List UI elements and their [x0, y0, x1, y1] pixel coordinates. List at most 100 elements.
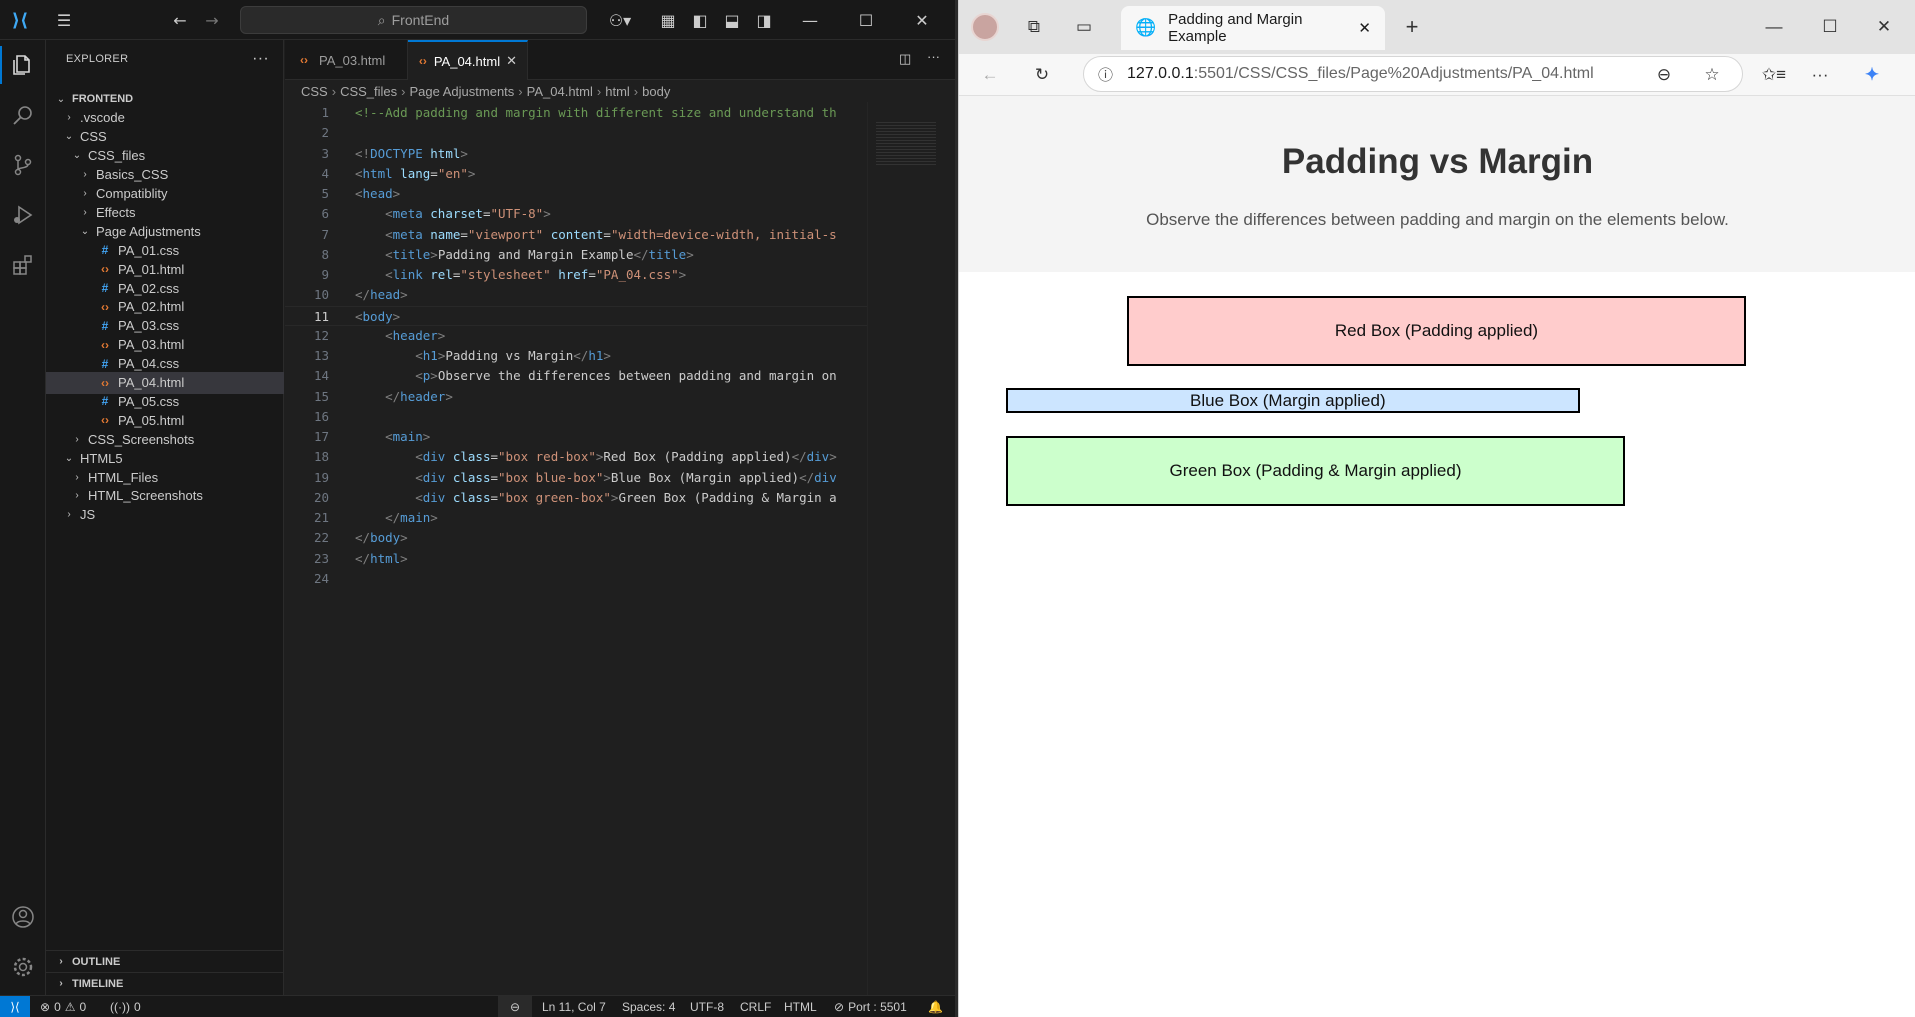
code-token: =	[490, 489, 499, 505]
encoding[interactable]: UTF-8	[690, 996, 724, 1017]
code-token: >	[430, 368, 438, 384]
tree-item-label: Basics_CSS	[96, 167, 169, 183]
search-icon[interactable]	[8, 100, 38, 130]
code-token: div	[422, 449, 446, 465]
source-control-icon[interactable]	[8, 150, 38, 180]
close-tab-icon[interactable]: ✕	[1358, 19, 1371, 37]
browser-titlebar: ⧉ ▭ 🌐 Padding and Margin Example ✕ + — ☐…	[959, 0, 1915, 54]
vertical-tabs-icon[interactable]: ▭	[1069, 12, 1099, 42]
code-line: 18 <div class="box red-box">Red Box (Pad…	[285, 447, 867, 467]
code-token: >	[603, 348, 611, 363]
favorite-star-icon[interactable]: ☆	[1697, 60, 1727, 90]
code-token: >	[603, 469, 611, 485]
warning-icon: ⚠	[64, 1000, 76, 1014]
code-token: Padding and Margin Example	[437, 246, 634, 262]
tree-item-label: HTML5	[80, 450, 123, 466]
minimize-button[interactable]: —	[1759, 12, 1789, 42]
code-editor[interactable]: 1 <!--Add padding and margin with differe…	[285, 102, 867, 1005]
browser-toolbar: ← ↻ ⓘ 127.0.0.1:5501/CSS/CSS_files/Page%…	[959, 54, 1915, 96]
address-bar[interactable]: ⓘ 127.0.0.1:5501/CSS/CSS_files/Page%20Ad…	[1083, 56, 1743, 92]
copilot-icon[interactable]: ✦	[1857, 60, 1887, 90]
code-token: html	[430, 145, 461, 161]
close-button[interactable]: ✕	[1869, 12, 1899, 42]
tree-item-label: Compatiblity	[96, 186, 168, 201]
remote-indicator[interactable]: ⟩⟨	[0, 996, 30, 1017]
explorer-icon[interactable]	[8, 50, 38, 80]
more-menu-icon[interactable]: ···	[1805, 60, 1835, 90]
tree-item[interactable]: › JS	[46, 504, 284, 526]
editor-group: ‹› PA_03.html ‹› PA_04.html ✕ ◫ ··· CSS ›…	[285, 40, 955, 1005]
breadcrumb-item[interactable]: Page Adjustments	[410, 84, 515, 99]
customize-layout-icon[interactable]: ▦	[656, 8, 680, 32]
live-server-status[interactable]: ⊘ Port : 5501	[834, 996, 907, 1017]
outline-panel-header[interactable]: › OUTLINE	[46, 950, 284, 972]
language-mode[interactable]: HTML	[784, 996, 817, 1017]
line-number: 11	[313, 308, 329, 324]
toggle-secondary-sidebar-icon[interactable]: ◨	[752, 8, 776, 32]
code-text: <main>	[355, 427, 430, 447]
problems-indicator[interactable]: ⊗ 0 ⚠ 0	[40, 996, 86, 1017]
timeline-panel-header[interactable]: › TIMELINE	[46, 972, 284, 994]
back-arrow-icon[interactable]: ←	[168, 8, 192, 32]
notifications-bell-icon[interactable]: 🔔	[928, 996, 943, 1017]
more-actions-icon[interactable]: ···	[927, 49, 940, 64]
code-line: 9 <link rel="stylesheet" href="PA_04.css…	[285, 265, 867, 285]
profile-avatar[interactable]	[971, 13, 999, 41]
code-token: "UTF-8"	[490, 206, 544, 222]
cursor-position[interactable]: Ln 11, Col 7	[542, 996, 606, 1017]
tab-pa03-html[interactable]: ‹› PA_03.html	[285, 40, 408, 80]
workspaces-icon[interactable]: ⧉	[1019, 12, 1049, 42]
code-line: 7 <meta name="viewport" content="width=d…	[285, 225, 867, 245]
more-actions-icon[interactable]: ···	[252, 50, 269, 68]
toggle-sidebar-icon[interactable]: ◧	[688, 8, 712, 32]
command-center-search[interactable]: ⌕ FrontEnd	[240, 6, 587, 34]
favorites-icon[interactable]: ✩≡	[1759, 60, 1789, 90]
code-line: 4 <html lang="en">	[285, 164, 867, 184]
breadcrumb-item[interactable]: CSS_files	[340, 84, 397, 99]
code-token: <!	[355, 145, 371, 161]
browser-tab-active[interactable]: 🌐 Padding and Margin Example ✕	[1121, 6, 1385, 50]
browser-tab-title: Padding and Margin Example	[1168, 11, 1303, 45]
code-token: </	[355, 530, 371, 546]
back-arrow-icon[interactable]: ←	[975, 60, 1005, 90]
breadcrumb-item[interactable]: body	[642, 84, 670, 99]
close-tab-icon[interactable]: ✕	[506, 53, 517, 69]
settings-gear-icon[interactable]	[8, 952, 38, 982]
zoom-indicator[interactable]: ⊖	[498, 996, 532, 1017]
code-token: >	[678, 267, 687, 282]
breadcrumb-item[interactable]: PA_04.html	[527, 84, 593, 99]
toggle-panel-icon[interactable]: ⬓	[720, 8, 744, 32]
close-button[interactable]: ✕	[902, 6, 942, 34]
maximize-button[interactable]: ☐	[846, 6, 886, 34]
split-editor-icon[interactable]: ◫	[899, 51, 911, 67]
tree-item-label: PA_05.html	[118, 412, 185, 428]
forward-arrow-icon[interactable]: →	[200, 8, 224, 32]
extensions-icon[interactable]	[8, 250, 38, 280]
menu-icon[interactable]: ☰	[52, 8, 76, 32]
code-token: div	[422, 489, 446, 505]
new-tab-icon[interactable]: +	[1397, 12, 1427, 42]
breadcrumb-item[interactable]: CSS	[301, 84, 328, 99]
code-token: lang	[400, 165, 431, 181]
code-token: </	[799, 469, 815, 485]
tree-item-label: PA_01.css	[118, 242, 180, 258]
code-line: 1 <!--Add padding and margin with differe…	[285, 103, 867, 123]
refresh-icon[interactable]: ↻	[1027, 60, 1057, 90]
accounts-icon[interactable]	[8, 902, 38, 932]
maximize-button[interactable]: ☐	[1815, 12, 1845, 42]
tab-pa04-html[interactable]: ‹› PA_04.html ✕	[408, 40, 528, 80]
breadcrumb-item[interactable]: html	[605, 84, 630, 99]
minimize-button[interactable]: —	[790, 6, 830, 34]
run-debug-icon[interactable]	[8, 200, 38, 230]
ports-indicator[interactable]: ((·)) 0	[110, 996, 141, 1017]
code-token: >	[543, 206, 551, 222]
code-line: 8 <title>Padding and Margin Example</tit…	[285, 245, 867, 265]
code-line: 17 <main>	[285, 427, 867, 447]
chevron-right-icon: ›	[596, 83, 602, 99]
copilot-icon[interactable]: ⚇▾	[602, 8, 638, 32]
indentation[interactable]: Spaces: 4	[622, 996, 675, 1017]
zoom-out-icon[interactable]: ⊖	[1649, 60, 1679, 90]
end-of-line[interactable]: CRLF	[740, 996, 771, 1017]
minimap[interactable]	[867, 102, 955, 1005]
